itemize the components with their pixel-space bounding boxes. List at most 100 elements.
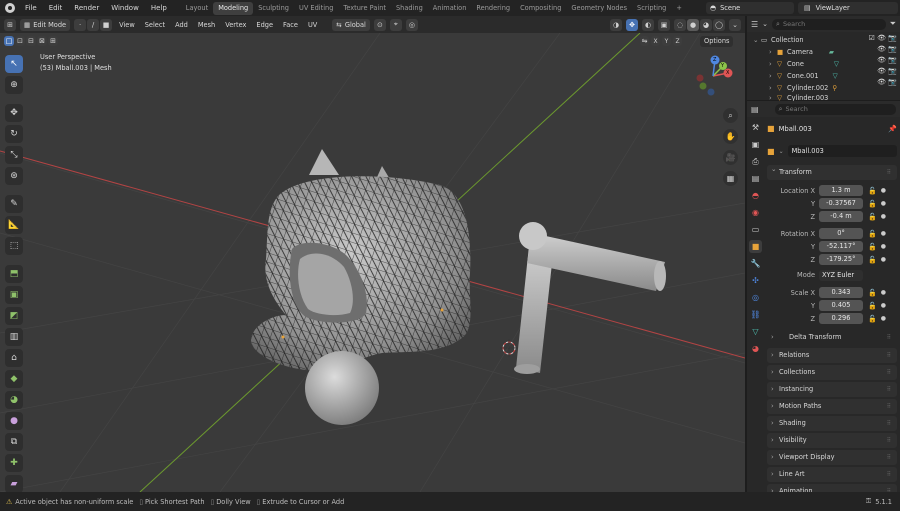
drag-handle-icon[interactable]: ⠿ — [887, 399, 891, 414]
view-layer-selector[interactable]: ▤ ViewLayer — [798, 2, 898, 14]
menu-mesh[interactable]: Mesh — [195, 21, 218, 29]
measure-tool-icon[interactable]: 📐 — [5, 216, 23, 234]
properties-editor-icon[interactable]: ▤ — [751, 105, 759, 114]
tab-sculpting[interactable]: Sculpting — [253, 2, 294, 15]
shrink-fatten-tool-icon[interactable]: ✚ — [5, 454, 23, 472]
select-new-icon[interactable]: □ — [4, 36, 14, 46]
drag-handle-icon[interactable]: ⠿ — [887, 433, 891, 448]
axis-z-toggle[interactable]: Z — [673, 36, 682, 46]
tab-rendering[interactable]: Rendering — [471, 2, 515, 15]
delta-transform-header[interactable]: Delta Transform ⠿ — [767, 330, 897, 345]
modifier-tab-icon[interactable]: 🔧 — [749, 257, 762, 270]
collections-panel-header[interactable]: Collections ⠿ — [767, 365, 897, 380]
drag-handle-icon[interactable]: ⠿ — [887, 348, 891, 363]
sphere-object[interactable] — [305, 351, 379, 425]
expand-arrow-icon[interactable]: › — [769, 72, 777, 80]
keyframe-dot-icon[interactable]: ● — [881, 289, 886, 296]
object-tab-icon[interactable]: ■ — [749, 240, 762, 253]
dropdown-arrow-icon[interactable]: ⌄ — [779, 148, 784, 155]
lock-icon[interactable]: 🔓 — [868, 200, 877, 208]
output-tab-icon[interactable]: ⎙ — [749, 155, 762, 168]
select-subtract-icon[interactable]: ⊟ — [26, 36, 36, 46]
render-tab-icon[interactable]: ▣ — [749, 138, 762, 151]
perspective-toggle-icon[interactable]: ▦ — [723, 171, 738, 186]
physics-tab-icon[interactable]: ◎ — [749, 291, 762, 304]
loop-cut-tool-icon[interactable]: ▥ — [5, 328, 23, 346]
lock-icon[interactable]: 🔓 — [868, 302, 877, 310]
menu-edit[interactable]: Edit — [43, 4, 69, 12]
xray-icon[interactable]: ▣ — [658, 18, 670, 31]
zoom-icon[interactable]: ⌕ — [723, 108, 738, 123]
keyframe-dot-icon[interactable]: ● — [881, 302, 886, 309]
shading-options-icon[interactable]: ⌄ — [729, 18, 741, 31]
face-select-icon[interactable]: ■ — [100, 18, 113, 31]
lock-icon[interactable]: 🔓 — [868, 315, 877, 323]
rendered-shading-icon[interactable]: ◯ — [713, 18, 725, 31]
expand-arrow-icon[interactable]: › — [769, 84, 777, 92]
navigation-gizmo[interactable]: X Y Z — [692, 55, 734, 97]
expand-arrow-icon[interactable]: › — [769, 48, 777, 56]
solid-shading-icon[interactable]: ● — [687, 18, 699, 31]
keyframe-dot-icon[interactable]: ● — [881, 200, 886, 207]
options-dropdown[interactable]: Options — [700, 36, 734, 47]
menu-view[interactable]: View — [116, 21, 138, 29]
cone-spike-left[interactable] — [309, 149, 339, 175]
transform-orientation-dropdown[interactable]: ⇆ Global — [332, 18, 370, 31]
proportional-edit-icon[interactable]: ◎ — [405, 18, 418, 31]
drag-handle-icon[interactable]: ⠿ — [887, 416, 891, 431]
eye-icon[interactable]: 👁 📷 — [869, 56, 897, 64]
location-x-field[interactable]: 1.3 m — [819, 185, 863, 196]
pin-icon[interactable]: 📌 — [888, 125, 897, 133]
funnel-icon[interactable]: ⏷ — [890, 19, 896, 29]
tab-texture-paint[interactable]: Texture Paint — [338, 2, 391, 15]
menu-render[interactable]: Render — [68, 4, 105, 12]
overlay-icon[interactable]: ◐ — [642, 18, 654, 31]
smooth-tool-icon[interactable]: ● — [5, 412, 23, 430]
menu-window[interactable]: Window — [105, 4, 145, 12]
scene-tab-icon[interactable]: ◓ — [749, 189, 762, 202]
axis-x-toggle[interactable]: X — [651, 36, 660, 46]
tool-tab-icon[interactable]: ⚒ — [749, 121, 762, 134]
cursor-tool-icon[interactable]: ⊕ — [5, 76, 23, 94]
location-y-field[interactable]: -0.37567 — [819, 198, 863, 209]
cylinder-arm[interactable] — [514, 222, 666, 374]
scene-selector[interactable]: ◓ Scene — [706, 2, 794, 14]
tab-animation[interactable]: Animation — [428, 2, 472, 15]
tab-geometry-nodes[interactable]: Geometry Nodes — [566, 2, 632, 15]
tab-modeling[interactable]: Modeling — [213, 1, 254, 15]
wireframe-shading-icon[interactable]: ◌ — [674, 18, 686, 31]
rotation-y-field[interactable]: -52.117° — [819, 241, 863, 252]
lock-icon[interactable]: 🔓 — [868, 243, 877, 251]
rotation-x-field[interactable]: 0° — [819, 228, 863, 239]
keyframe-dot-icon[interactable]: ● — [881, 315, 886, 322]
pan-hand-icon[interactable]: ✋ — [723, 129, 738, 144]
relations-panel-header[interactable]: Relations ⠿ — [767, 348, 897, 363]
inset-tool-icon[interactable]: ▣ — [5, 286, 23, 304]
keyframe-dot-icon[interactable]: ● — [881, 243, 886, 250]
lock-icon[interactable]: 🔓 — [868, 289, 877, 297]
collection-tab-icon[interactable]: ▭ — [749, 223, 762, 236]
view-layer-tab-icon[interactable]: ▤ — [749, 172, 762, 185]
gizmo-toggle-icon[interactable]: ✥ — [626, 18, 638, 31]
transform-panel-header[interactable]: Transform ⠿ — [767, 162, 897, 180]
shear-tool-icon[interactable]: ▰ — [5, 475, 23, 493]
blender-logo-icon[interactable] — [5, 3, 15, 13]
material-shading-icon[interactable]: ◕ — [700, 18, 712, 31]
visibility-panel-header[interactable]: Visibility ⠿ — [767, 433, 897, 448]
select-invert-icon[interactable]: ⊠ — [37, 36, 47, 46]
collapse-arrow-icon[interactable]: ⌄ — [753, 36, 761, 44]
line-art-panel-header[interactable]: Line Art ⠿ — [767, 467, 897, 482]
properties-search[interactable]: ⌕ Search — [774, 103, 896, 115]
tab-uv-editing[interactable]: UV Editing — [294, 2, 338, 15]
mball-mesh[interactable] — [250, 176, 471, 371]
tab-shading[interactable]: Shading — [391, 2, 428, 15]
lock-icon[interactable]: 🔓 — [868, 187, 877, 195]
pivot-point-icon[interactable]: ⊙ — [373, 18, 386, 31]
tab-compositing[interactable]: Compositing — [515, 2, 566, 15]
lock-icon[interactable]: 🔓 — [868, 230, 877, 238]
3d-cursor-icon[interactable] — [500, 339, 518, 357]
spin-tool-icon[interactable]: ◕ — [5, 391, 23, 409]
mode-selector[interactable]: ▦ Edit Mode — [20, 18, 71, 31]
edge-slide-tool-icon[interactable]: ⧉ — [5, 433, 23, 451]
lock-icon[interactable]: 🔓 — [868, 213, 877, 221]
